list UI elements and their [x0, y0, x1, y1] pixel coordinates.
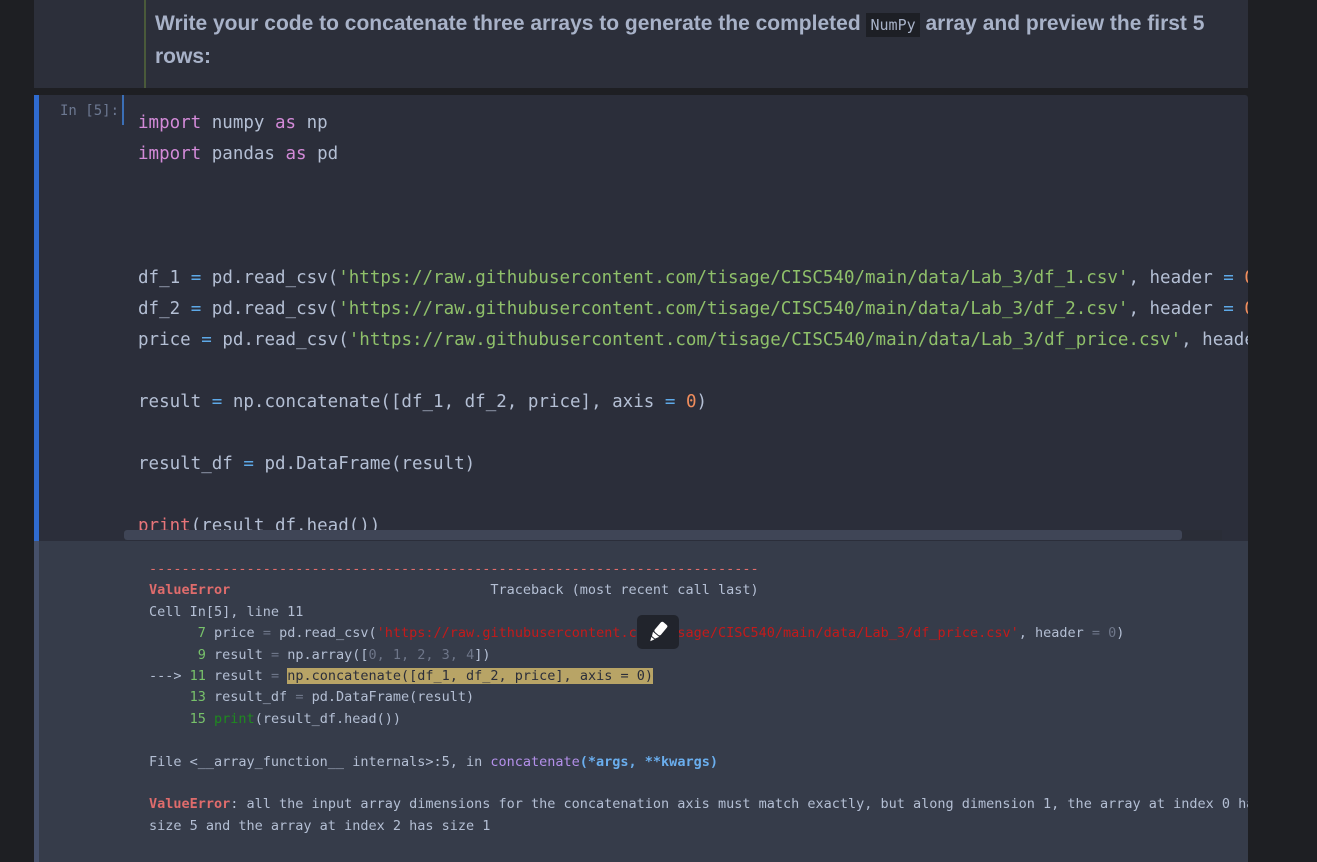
file-ref: File <__array_function__ internals>:5, i…	[149, 753, 491, 770]
horizontal-scrollbar[interactable]	[124, 530, 1222, 540]
line-number: 13	[189, 689, 206, 706]
operator: =	[211, 392, 223, 412]
code-text: pd.read_csv(	[211, 299, 339, 319]
markdown-border	[144, 0, 146, 88]
number-literal: 0	[685, 392, 697, 412]
code-text: pd.read_csv(	[211, 268, 339, 288]
operator: =	[201, 330, 212, 350]
code-text: , header	[1018, 625, 1092, 642]
markdown-text-part: Write your code to concatenate three arr…	[155, 12, 867, 35]
keyword: as	[274, 113, 297, 133]
code-text: pd.DataFrame(result)	[264, 454, 476, 474]
code-text: np	[287, 646, 304, 663]
code-text: ])	[474, 646, 491, 663]
code-text: result_df	[205, 689, 296, 706]
code-cell[interactable]: In [5]: import numpy as np import pandas…	[34, 95, 1265, 541]
code-text: df_1	[138, 268, 181, 288]
code-text: price	[205, 625, 263, 642]
operator: =	[270, 668, 280, 685]
code-text: pd	[311, 689, 328, 706]
operator: =	[262, 625, 271, 642]
error-name: ValueError	[149, 796, 231, 813]
code-text: pd	[306, 144, 339, 164]
error-message: : all the input array dimensions for the…	[149, 796, 1263, 834]
inline-code: NumPy	[866, 13, 920, 37]
operator: =	[270, 646, 280, 663]
function-name: concatenate	[490, 753, 580, 770]
code-text: = 0	[1091, 625, 1117, 642]
operator: =	[243, 454, 254, 474]
code-text: np.concatenate([df_1, df_2, price], axis	[232, 392, 665, 412]
line-number: 7	[197, 625, 206, 642]
highlighter-button[interactable]	[637, 615, 679, 649]
markdown-cell[interactable]: Write your code to concatenate three arr…	[34, 0, 1248, 88]
code-text: result	[138, 392, 202, 412]
cell-prompt: In [5]:	[60, 103, 120, 119]
code-text: result	[205, 646, 271, 663]
code-text: , header	[1128, 299, 1224, 319]
code-text: result	[205, 668, 271, 685]
scrollbar-thumb[interactable]	[124, 530, 1182, 540]
code-text: .read_csv(	[295, 625, 377, 642]
right-margin	[1248, 0, 1317, 862]
operator: =	[295, 689, 304, 706]
operator: =	[190, 299, 202, 319]
string-literal: 'https://raw.githubusercontent.com/tisag…	[376, 625, 1019, 642]
highlighter-icon	[650, 621, 668, 642]
cell-gap	[34, 88, 1248, 95]
traceback: ----------------------------------------…	[149, 559, 1263, 837]
cell-output: ----------------------------------------…	[34, 541, 1263, 862]
error-arrow: --->	[149, 668, 190, 685]
code-text: )	[1116, 625, 1125, 642]
code-text: result_df	[138, 454, 233, 474]
code-text: df_2	[138, 299, 181, 319]
code-text: .array([	[303, 646, 369, 663]
active-cell-indicator	[34, 95, 39, 541]
number-literal: 0, 1, 2, 3, 4	[368, 646, 475, 663]
line-number: 9	[197, 646, 206, 663]
output-collapser[interactable]	[34, 541, 39, 862]
keyword: import	[138, 113, 202, 133]
string-literal: 'https://raw.githubusercontent.com/tisag…	[348, 330, 1182, 350]
markdown-text: Write your code to concatenate three arr…	[155, 8, 1240, 73]
code-text: , header	[1128, 268, 1224, 288]
traceback-label: Traceback (most recent call last)	[490, 582, 759, 599]
operator: =	[664, 392, 676, 412]
code-text: .head())	[335, 710, 401, 727]
code-text: (result_df	[254, 710, 336, 727]
code-text: .DataFrame(result)	[327, 689, 475, 706]
operator: =	[1223, 299, 1234, 319]
error-name: ValueError	[149, 582, 231, 599]
code-text: price	[138, 330, 191, 350]
traceback-separator: ----------------------------------------…	[149, 561, 759, 577]
function-args: (*args, **kwargs)	[579, 753, 718, 770]
code-text: np	[296, 113, 328, 133]
string-literal: 'https://raw.githubusercontent.com/tisag…	[338, 268, 1129, 288]
notebook: Write your code to concatenate three arr…	[34, 0, 1265, 862]
error-highlight: np.concatenate([df_1, df_2, price], axis…	[287, 668, 653, 685]
keyword: as	[285, 144, 307, 164]
traceback-cell-ref: Cell In[5], line 11	[149, 603, 304, 620]
code-text: pandas	[201, 144, 286, 164]
builtin-function: print	[214, 710, 255, 727]
line-number: 15	[189, 710, 206, 727]
operator: =	[190, 268, 202, 288]
keyword: import	[138, 144, 202, 164]
code-text: pd.read_csv(	[222, 330, 349, 350]
operator: =	[1223, 268, 1234, 288]
code-text: numpy	[201, 113, 275, 133]
line-number: 11	[189, 668, 206, 685]
code-text: pd	[279, 625, 296, 642]
string-literal: 'https://raw.githubusercontent.com/tisag…	[338, 299, 1129, 319]
code-editor[interactable]: import numpy as np import pandas as pd d…	[138, 108, 1265, 542]
prompt-divider	[122, 95, 124, 125]
